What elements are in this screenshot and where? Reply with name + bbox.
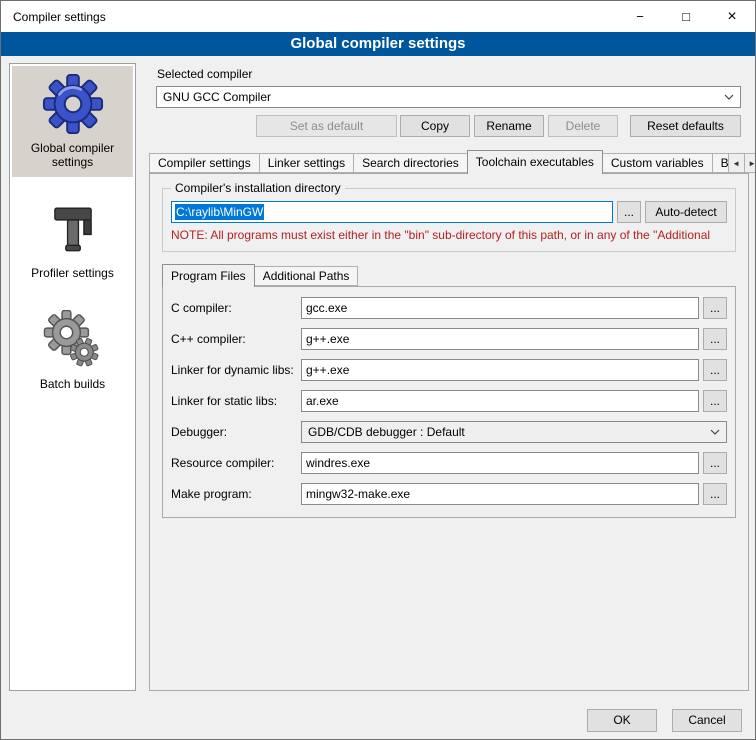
selected-compiler-dropdown[interactable]: GNU GCC Compiler: [156, 86, 741, 108]
browse-c-compiler-button[interactable]: ...: [703, 297, 727, 319]
tab-search-directories[interactable]: Search directories: [353, 153, 468, 173]
bin-subdirectory-note: NOTE: All programs must exist either in …: [171, 228, 727, 242]
tab-custom-variables[interactable]: Custom variables: [602, 153, 713, 173]
cpp-compiler-input[interactable]: [301, 328, 699, 350]
installation-directory-value: C:\raylib\MinGW: [175, 204, 264, 220]
program-files-panel: C compiler: ... C++ compiler: ... Linker…: [162, 286, 736, 518]
rename-button[interactable]: Rename: [474, 115, 544, 137]
field-row-cpp-compiler: C++ compiler: ...: [171, 328, 727, 350]
subtab-additional-paths[interactable]: Additional Paths: [254, 266, 359, 286]
tab-scroll-right-button[interactable]: ►: [744, 153, 756, 173]
close-icon: ×: [727, 8, 736, 26]
reset-defaults-button[interactable]: Reset defaults: [630, 115, 741, 137]
tab-toolchain-executables[interactable]: Toolchain executables: [467, 150, 603, 174]
debugger-select[interactable]: GDB/CDB debugger : Default: [301, 421, 727, 443]
maximize-icon: □: [682, 9, 690, 24]
installation-directory-label: Compiler's installation directory: [171, 181, 345, 195]
sidebar-item-label: Profiler settings: [31, 266, 114, 280]
minimize-button[interactable]: −: [617, 1, 663, 32]
arrow-right-icon: ►: [748, 159, 756, 168]
settings-sidebar: Global compiler settings Profiler settin…: [9, 63, 136, 691]
tab-compiler-settings[interactable]: Compiler settings: [149, 153, 260, 173]
arrow-left-icon: ◄: [732, 159, 740, 168]
compiler-tabs: Compiler settings Linker settings Search…: [149, 150, 749, 174]
tab-scroll-buttons: ◄ ►: [729, 153, 756, 173]
browse-install-dir-button[interactable]: ...: [617, 201, 641, 223]
static-linker-label: Linker for static libs:: [171, 394, 301, 408]
page-title: Global compiler settings: [1, 32, 755, 56]
copy-button[interactable]: Copy: [400, 115, 470, 137]
installation-directory-input[interactable]: C:\raylib\MinGW: [171, 201, 613, 223]
chevron-down-icon: [710, 429, 720, 435]
window-title: Compiler settings: [1, 10, 106, 24]
browse-dynamic-linker-button[interactable]: ...: [703, 359, 727, 381]
program-subtabs: Program Files Additional Paths: [162, 264, 748, 287]
delete-button[interactable]: Delete: [548, 115, 618, 137]
tab-scroll-left-button[interactable]: ◄: [728, 153, 745, 173]
c-compiler-label: C compiler:: [171, 301, 301, 315]
dynamic-linker-input[interactable]: [301, 359, 699, 381]
cpp-compiler-label: C++ compiler:: [171, 332, 301, 346]
maximize-button[interactable]: □: [663, 1, 709, 32]
field-row-make-program: Make program: ...: [171, 483, 727, 505]
installation-directory-group: Compiler's installation directory C:\ray…: [162, 188, 736, 252]
window-controls: − □ ×: [617, 1, 755, 32]
sidebar-item-label: Global compiler settings: [14, 141, 131, 169]
tab-linker-settings[interactable]: Linker settings: [259, 153, 354, 173]
subtab-program-files[interactable]: Program Files: [162, 264, 255, 287]
resource-compiler-input[interactable]: [301, 452, 699, 474]
browse-make-program-button[interactable]: ...: [703, 483, 727, 505]
dialog-body: Global compiler settings Profiler settin…: [1, 56, 755, 739]
installation-directory-row: C:\raylib\MinGW ... Auto-detect: [171, 201, 727, 223]
debugger-label: Debugger:: [171, 425, 301, 439]
debugger-value: GDB/CDB debugger : Default: [308, 425, 704, 439]
ok-button[interactable]: OK: [587, 709, 657, 732]
toolchain-executables-panel: Compiler's installation directory C:\ray…: [149, 173, 749, 691]
field-row-c-compiler: C compiler: ...: [171, 297, 727, 319]
sidebar-item-global-compiler-settings[interactable]: Global compiler settings: [12, 66, 133, 177]
c-compiler-input[interactable]: [301, 297, 699, 319]
compiler-settings-window: Compiler settings − □ × Global compiler …: [0, 0, 756, 740]
gear-icon: [42, 73, 104, 135]
sidebar-item-label: Batch builds: [40, 377, 105, 391]
selected-compiler-label: Selected compiler: [157, 67, 252, 81]
resource-compiler-label: Resource compiler:: [171, 456, 301, 470]
dynamic-linker-label: Linker for dynamic libs:: [171, 363, 301, 377]
browse-static-linker-button[interactable]: ...: [703, 390, 727, 412]
field-row-static-linker: Linker for static libs: ...: [171, 390, 727, 412]
make-program-input[interactable]: [301, 483, 699, 505]
gears-icon: [42, 309, 104, 371]
selected-compiler-value: GNU GCC Compiler: [163, 90, 718, 104]
auto-detect-button[interactable]: Auto-detect: [645, 201, 727, 223]
sidebar-item-profiler-settings[interactable]: Profiler settings: [12, 191, 133, 288]
close-button[interactable]: ×: [709, 1, 755, 32]
profiler-tool-icon: [42, 198, 104, 260]
sidebar-item-batch-builds[interactable]: Batch builds: [12, 302, 133, 399]
browse-resource-compiler-button[interactable]: ...: [703, 452, 727, 474]
cancel-button[interactable]: Cancel: [672, 709, 742, 732]
minimize-icon: −: [636, 9, 644, 24]
static-linker-input[interactable]: [301, 390, 699, 412]
set-as-default-button[interactable]: Set as default: [256, 115, 397, 137]
field-row-resource-compiler: Resource compiler: ...: [171, 452, 727, 474]
chevron-down-icon: [724, 94, 734, 100]
field-row-debugger: Debugger: GDB/CDB debugger : Default: [171, 421, 727, 443]
browse-cpp-compiler-button[interactable]: ...: [703, 328, 727, 350]
titlebar[interactable]: Compiler settings − □ ×: [1, 1, 755, 32]
make-program-label: Make program:: [171, 487, 301, 501]
field-row-dynamic-linker: Linker for dynamic libs: ...: [171, 359, 727, 381]
